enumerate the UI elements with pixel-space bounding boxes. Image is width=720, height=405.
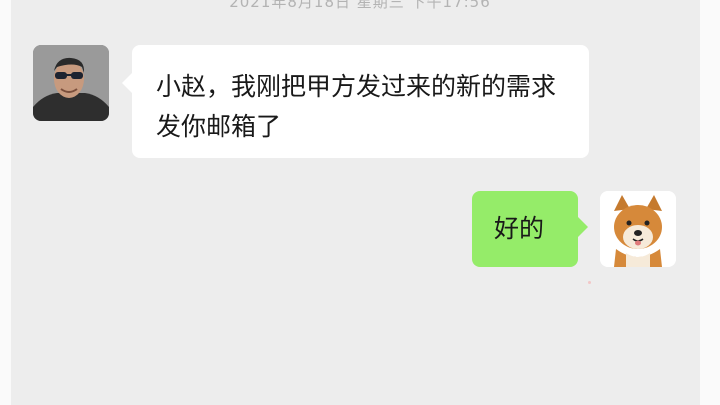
contact-avatar[interactable] [33, 45, 109, 121]
left-edge [0, 0, 11, 405]
incoming-message-bubble[interactable]: 小赵，我刚把甲方发过来的新的需求发你邮箱了 [122, 45, 589, 158]
message-timestamp: 2021年8月18日 星期三 下午17:56 [229, 0, 491, 11]
outgoing-message-bubble[interactable]: 好的 [472, 191, 588, 267]
outgoing-message-text: 好的 [494, 214, 545, 243]
man-with-sunglasses-icon [33, 45, 109, 121]
my-avatar[interactable] [600, 191, 676, 267]
shiba-dog-icon [600, 191, 676, 267]
incoming-message-text: 小赵，我刚把甲方发过来的新的需求发你邮箱了 [156, 72, 557, 141]
decorative-dot [588, 281, 591, 284]
right-edge [700, 0, 720, 405]
